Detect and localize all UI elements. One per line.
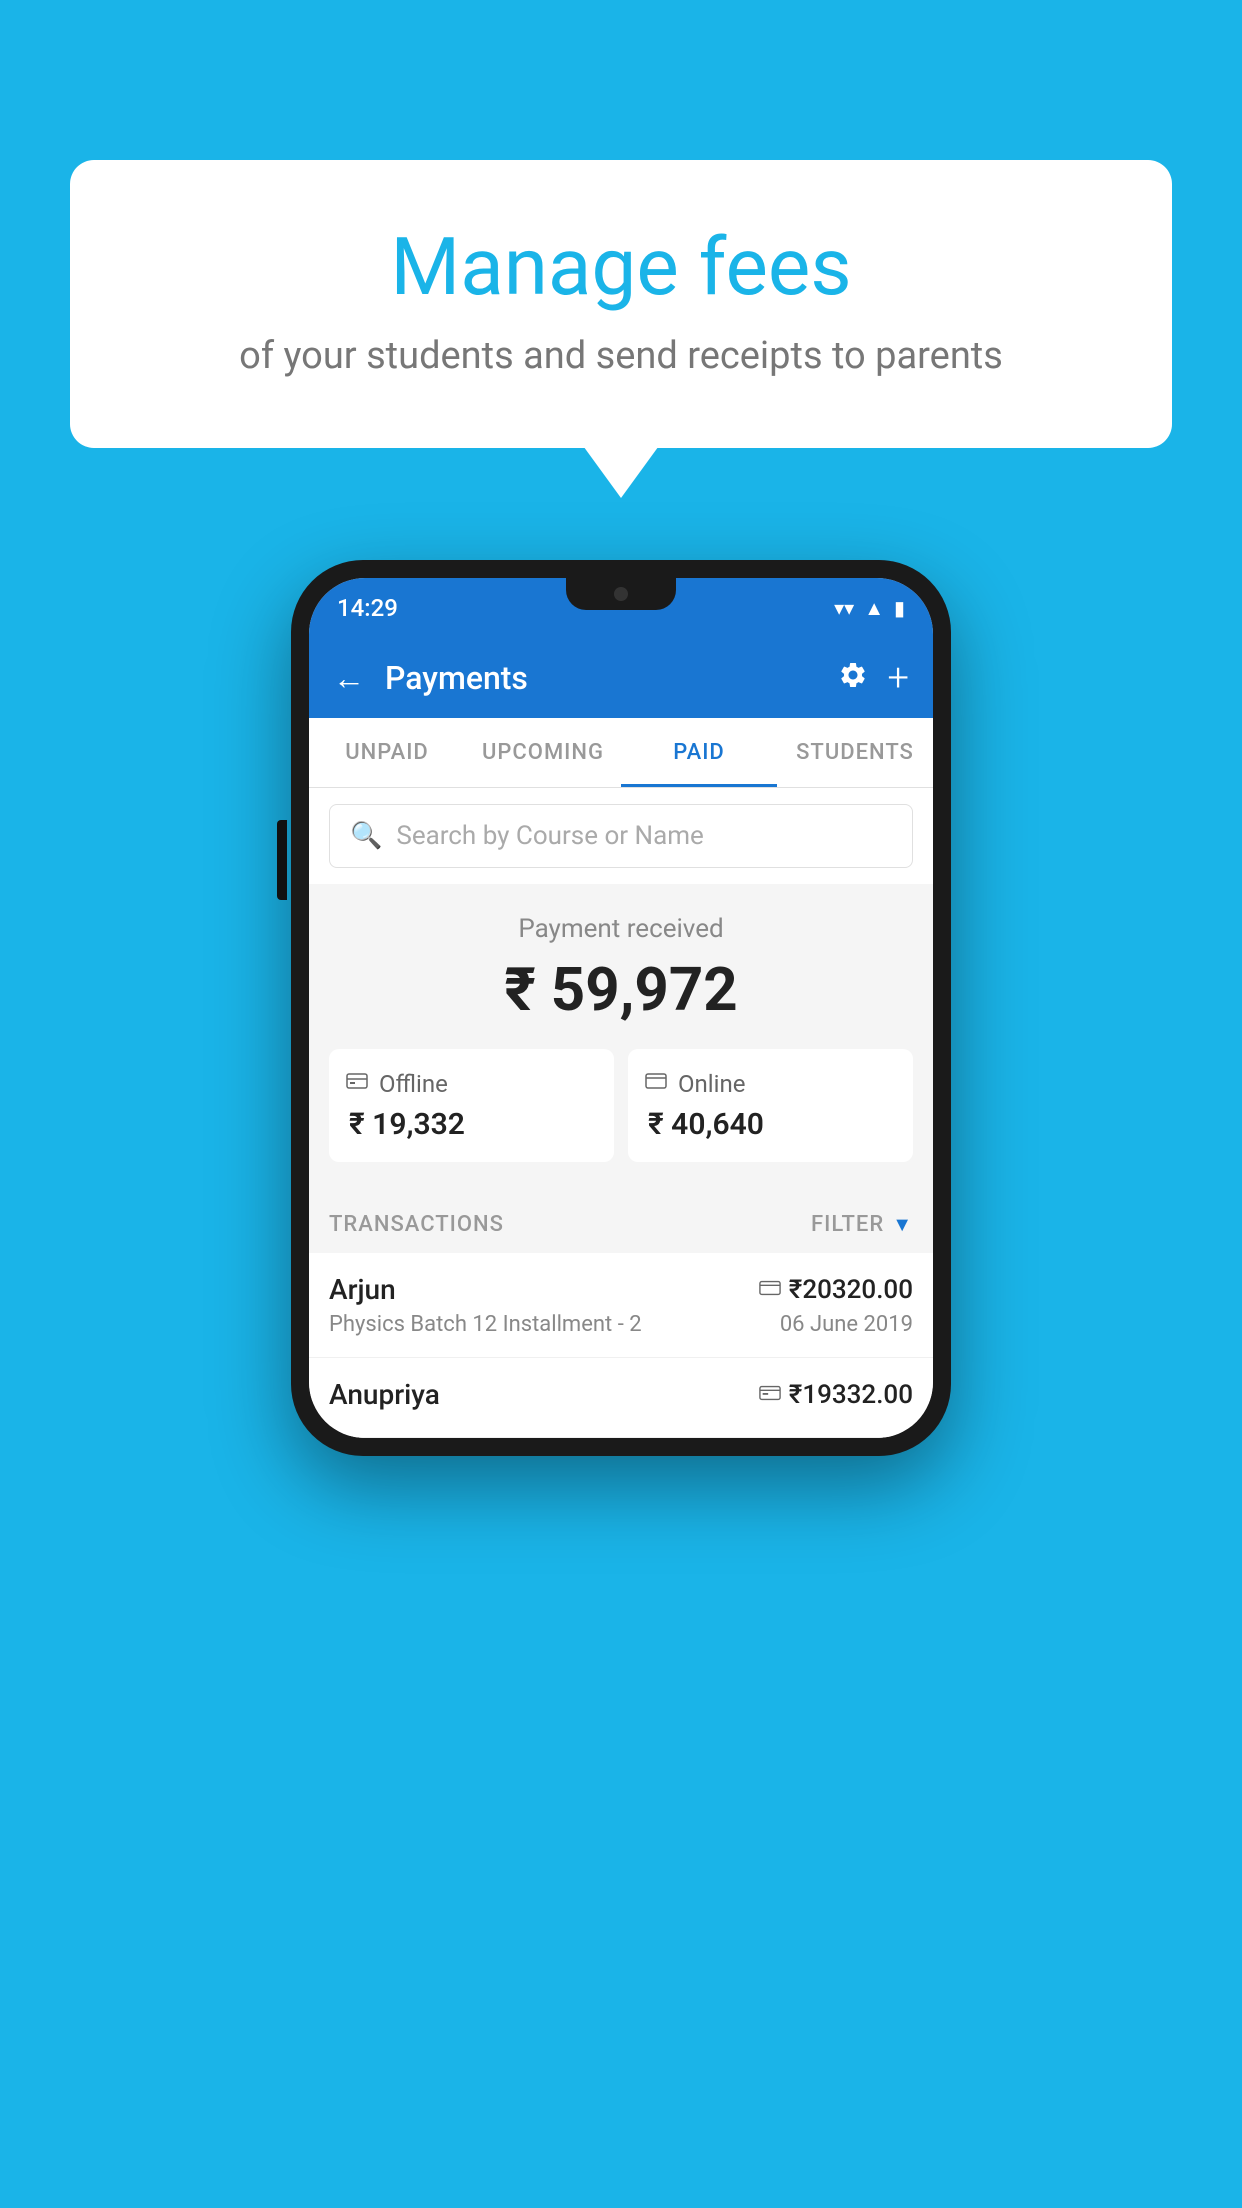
offline-icon bbox=[345, 1069, 369, 1099]
payment-total-amount: ₹ 59,972 bbox=[329, 954, 913, 1025]
search-icon: 🔍 bbox=[350, 821, 382, 851]
online-label: Online bbox=[678, 1070, 745, 1098]
transaction-amount-container-anupriya: ₹19332.00 bbox=[759, 1380, 913, 1410]
transaction-type-icon-arjun bbox=[759, 1277, 781, 1302]
transaction-name-arjun: Arjun bbox=[329, 1273, 396, 1306]
camera bbox=[614, 587, 628, 601]
transaction-course-arjun: Physics Batch 12 Installment - 2 bbox=[329, 1312, 642, 1337]
speech-bubble-subtitle: of your students and send receipts to pa… bbox=[130, 334, 1112, 378]
speech-bubble-container: Manage fees of your students and send re… bbox=[70, 160, 1172, 448]
app-bar-title: Payments bbox=[385, 659, 818, 697]
filter-label: FILTER bbox=[811, 1212, 884, 1237]
transaction-type-icon-anupriya bbox=[759, 1382, 781, 1407]
payment-received-label: Payment received bbox=[329, 914, 913, 944]
search-placeholder: Search by Course or Name bbox=[396, 821, 703, 851]
speech-bubble: Manage fees of your students and send re… bbox=[70, 160, 1172, 448]
wifi-icon: ▾▾ bbox=[834, 596, 854, 620]
online-amount: ₹ 40,640 bbox=[648, 1107, 897, 1142]
online-icon bbox=[644, 1069, 668, 1099]
transaction-amount-container-arjun: ₹20320.00 bbox=[759, 1275, 913, 1305]
transaction-row-anupriya[interactable]: Anupriya ₹19332.00 bbox=[309, 1358, 933, 1438]
signal-icon: ▲ bbox=[864, 596, 884, 621]
tab-upcoming[interactable]: UPCOMING bbox=[465, 718, 621, 787]
tab-paid[interactable]: PAID bbox=[621, 718, 777, 787]
transaction-row-arjun[interactable]: Arjun ₹20320.00 Physics bbox=[309, 1253, 933, 1358]
status-icons: ▾▾ ▲ ▮ bbox=[834, 596, 905, 621]
phone-device: 14:29 ▾▾ ▲ ▮ ← Payments bbox=[291, 560, 951, 1456]
payment-summary: Payment received ₹ 59,972 bbox=[309, 884, 933, 1192]
transaction-date-arjun: 06 June 2019 bbox=[780, 1312, 913, 1337]
filter-button[interactable]: FILTER ▼ bbox=[811, 1212, 913, 1237]
speech-bubble-title: Manage fees bbox=[130, 220, 1112, 314]
tabs: UNPAID UPCOMING PAID STUDENTS bbox=[309, 718, 933, 788]
payment-cards: Offline ₹ 19,332 bbox=[329, 1049, 913, 1162]
offline-card: Offline ₹ 19,332 bbox=[329, 1049, 614, 1162]
search-container: 🔍 Search by Course or Name bbox=[309, 788, 933, 884]
status-time: 14:29 bbox=[337, 594, 398, 622]
transaction-name-anupriya: Anupriya bbox=[329, 1378, 440, 1411]
battery-icon: ▮ bbox=[894, 596, 905, 620]
back-button[interactable]: ← bbox=[333, 659, 365, 697]
transaction-amount-arjun: ₹20320.00 bbox=[789, 1275, 913, 1305]
tab-unpaid[interactable]: UNPAID bbox=[309, 718, 465, 787]
settings-icon[interactable] bbox=[838, 660, 868, 697]
add-button[interactable]: + bbox=[888, 656, 909, 700]
app-bar-actions: + bbox=[838, 656, 909, 700]
transactions-label: TRANSACTIONS bbox=[329, 1212, 504, 1237]
filter-icon: ▼ bbox=[892, 1212, 913, 1237]
transaction-amount-anupriya: ₹19332.00 bbox=[789, 1380, 913, 1410]
search-box[interactable]: 🔍 Search by Course or Name bbox=[329, 804, 913, 868]
notch bbox=[566, 578, 676, 610]
online-card: Online ₹ 40,640 bbox=[628, 1049, 913, 1162]
transactions-header: TRANSACTIONS FILTER ▼ bbox=[309, 1192, 933, 1253]
offline-label: Offline bbox=[379, 1070, 448, 1098]
offline-amount: ₹ 19,332 bbox=[349, 1107, 598, 1142]
app-bar: ← Payments + bbox=[309, 638, 933, 718]
tab-students[interactable]: STUDENTS bbox=[777, 718, 933, 787]
